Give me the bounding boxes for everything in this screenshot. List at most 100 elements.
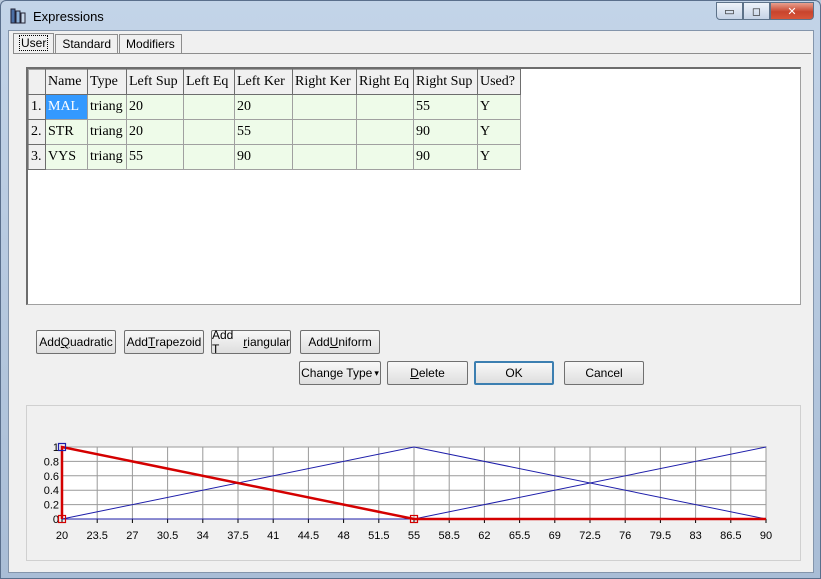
change-type-label: Change Type	[301, 366, 373, 380]
cell-used[interactable]: Y	[477, 94, 521, 120]
add-trapezoid-button[interactable]: Add Trapezoid	[124, 330, 204, 354]
change-type-button[interactable]: Change Type ▾	[299, 361, 381, 385]
x-tick-label: 34	[197, 530, 209, 542]
tab-user-label: User	[18, 35, 49, 51]
cell-left-eq[interactable]	[183, 94, 235, 120]
cell-right-sup[interactable]: 90	[413, 144, 478, 170]
cell-right-sup[interactable]: 55	[413, 94, 478, 120]
cell-left-sup[interactable]: 20	[126, 94, 184, 120]
ok-button[interactable]: OK	[474, 361, 554, 385]
x-tick-label: 55	[408, 530, 420, 542]
x-tick-label: 76	[619, 530, 631, 542]
x-tick-label: 86.5	[720, 530, 741, 542]
row-index[interactable]: 1.	[28, 94, 46, 120]
column-header-left-eq[interactable]: Left Eq	[183, 69, 235, 95]
cell-used[interactable]: Y	[477, 144, 521, 170]
cell-right-eq[interactable]	[356, 94, 414, 120]
x-tick-label: 48	[337, 530, 349, 542]
add-trapezoid-label-post: rapezoid	[155, 335, 202, 349]
minimize-button[interactable]: ▭	[716, 2, 743, 20]
cell-right-ker[interactable]	[292, 144, 357, 170]
header-row: Name Type Left Sup Left Eq Left Ker Righ…	[28, 69, 521, 95]
column-header-left-sup[interactable]: Left Sup	[126, 69, 184, 95]
cell-left-eq[interactable]	[183, 144, 235, 170]
cell-left-sup[interactable]: 55	[126, 144, 184, 170]
column-header-right-ker[interactable]: Right Ker	[292, 69, 357, 95]
table-row[interactable]: 1. MAL triang 20 20 55 Y	[28, 94, 521, 120]
add-triangular-button[interactable]: Add Tr iangular	[211, 328, 291, 356]
cell-right-eq[interactable]	[356, 119, 414, 145]
cancel-button[interactable]: Cancel	[564, 361, 644, 385]
y-tick-label: 0.8	[44, 456, 59, 468]
cell-used[interactable]: Y	[477, 119, 521, 145]
close-button[interactable]: ✕	[770, 2, 814, 20]
x-tick-label: 41	[267, 530, 279, 542]
add-quadratic-label-post: uadratic	[70, 335, 113, 349]
cell-left-ker[interactable]: 55	[234, 119, 293, 145]
dialog-client: User Standard Modifiers Name Type Left S…	[8, 30, 814, 573]
cell-left-sup[interactable]: 20	[126, 119, 184, 145]
y-tick-label: 0.6	[44, 471, 59, 483]
cell-left-eq[interactable]	[183, 119, 235, 145]
cell-right-sup[interactable]: 90	[413, 119, 478, 145]
tab-modifiers[interactable]: Modifiers	[119, 34, 182, 53]
x-tick-label: 83	[689, 530, 701, 542]
x-tick-label: 79.5	[650, 530, 671, 542]
cell-left-ker[interactable]: 90	[234, 144, 293, 170]
x-tick-label: 69	[549, 530, 561, 542]
x-tick-label: 23.5	[86, 530, 107, 542]
cell-type[interactable]: triang	[87, 119, 127, 145]
cell-name[interactable]: STR	[45, 119, 88, 145]
title-bar[interactable]: Expressions ▭ ◻ ✕	[1, 1, 820, 31]
add-triangular-label-post: iangular	[247, 335, 290, 349]
add-trapezoid-accel: T	[147, 335, 156, 349]
table-row[interactable]: 3. VYS triang 55 90 90 Y	[28, 144, 521, 170]
tab-strip: User Standard Modifiers	[13, 33, 183, 53]
column-header-type[interactable]: Type	[87, 69, 127, 95]
expressions-table: Name Type Left Sup Left Eq Left Ker Righ…	[28, 69, 521, 170]
x-tick-label: 44.5	[298, 530, 319, 542]
add-uniform-button[interactable]: Add Uniform	[300, 330, 380, 354]
cell-type[interactable]: triang	[87, 144, 127, 170]
add-trapezoid-label-pre: Add	[126, 335, 148, 349]
cell-type[interactable]: triang	[87, 94, 127, 120]
tab-standard[interactable]: Standard	[55, 34, 119, 53]
x-tick-label: 37.5	[227, 530, 248, 542]
cell-name[interactable]: VYS	[45, 144, 88, 170]
column-header-name[interactable]: Name	[45, 69, 88, 95]
x-tick-label: 65.5	[509, 530, 530, 542]
y-tick-label: 0.4	[44, 485, 59, 497]
expressions-grid[interactable]: Name Type Left Sup Left Eq Left Ker Righ…	[26, 67, 801, 305]
cell-left-ker[interactable]: 20	[234, 94, 293, 120]
app-icon	[10, 8, 26, 24]
add-uniform-accel: U	[329, 335, 339, 349]
delete-label-post: elete	[418, 366, 445, 380]
delete-accel: D	[410, 366, 419, 380]
row-index[interactable]: 2.	[28, 119, 46, 145]
membership-chart[interactable]: 20 23.5 27 30.5 34 37.5 41 44.5 48 51.5 55 58.5 62 65…	[27, 406, 800, 560]
tab-divider	[13, 53, 811, 54]
table-row[interactable]: 2. STR triang 20 55 90 Y	[28, 119, 521, 145]
add-quadratic-button[interactable]: Add Quadratic	[36, 330, 116, 354]
membership-chart-panel: 20 23.5 27 30.5 34 37.5 41 44.5 48 51.5 55 58.5 62 65…	[26, 405, 801, 561]
cell-name[interactable]: MAL	[45, 94, 88, 120]
x-tick-label: 51.5	[368, 530, 389, 542]
maximize-button[interactable]: ◻	[743, 2, 770, 20]
cell-right-ker[interactable]	[292, 94, 357, 120]
cell-right-ker[interactable]	[292, 119, 357, 145]
y-tick-label: 0.2	[44, 500, 59, 512]
tab-user[interactable]: User	[13, 33, 55, 53]
column-header-left-ker[interactable]: Left Ker	[234, 69, 293, 95]
column-header-right-sup[interactable]: Right Sup	[413, 69, 478, 95]
add-uniform-label-pre: Add	[308, 335, 330, 349]
x-tick-label: 58.5	[438, 530, 459, 542]
delete-button[interactable]: Delete	[387, 361, 468, 385]
add-quadratic-label-pre: Add	[39, 335, 61, 349]
cell-right-eq[interactable]	[356, 144, 414, 170]
add-quadratic-accel: Q	[60, 335, 70, 349]
dropdown-arrow-icon: ▾	[374, 367, 379, 378]
x-tick-label: 20	[56, 530, 68, 542]
column-header-right-eq[interactable]: Right Eq	[356, 69, 414, 95]
row-index[interactable]: 3.	[28, 144, 46, 170]
column-header-used[interactable]: Used?	[477, 69, 521, 95]
